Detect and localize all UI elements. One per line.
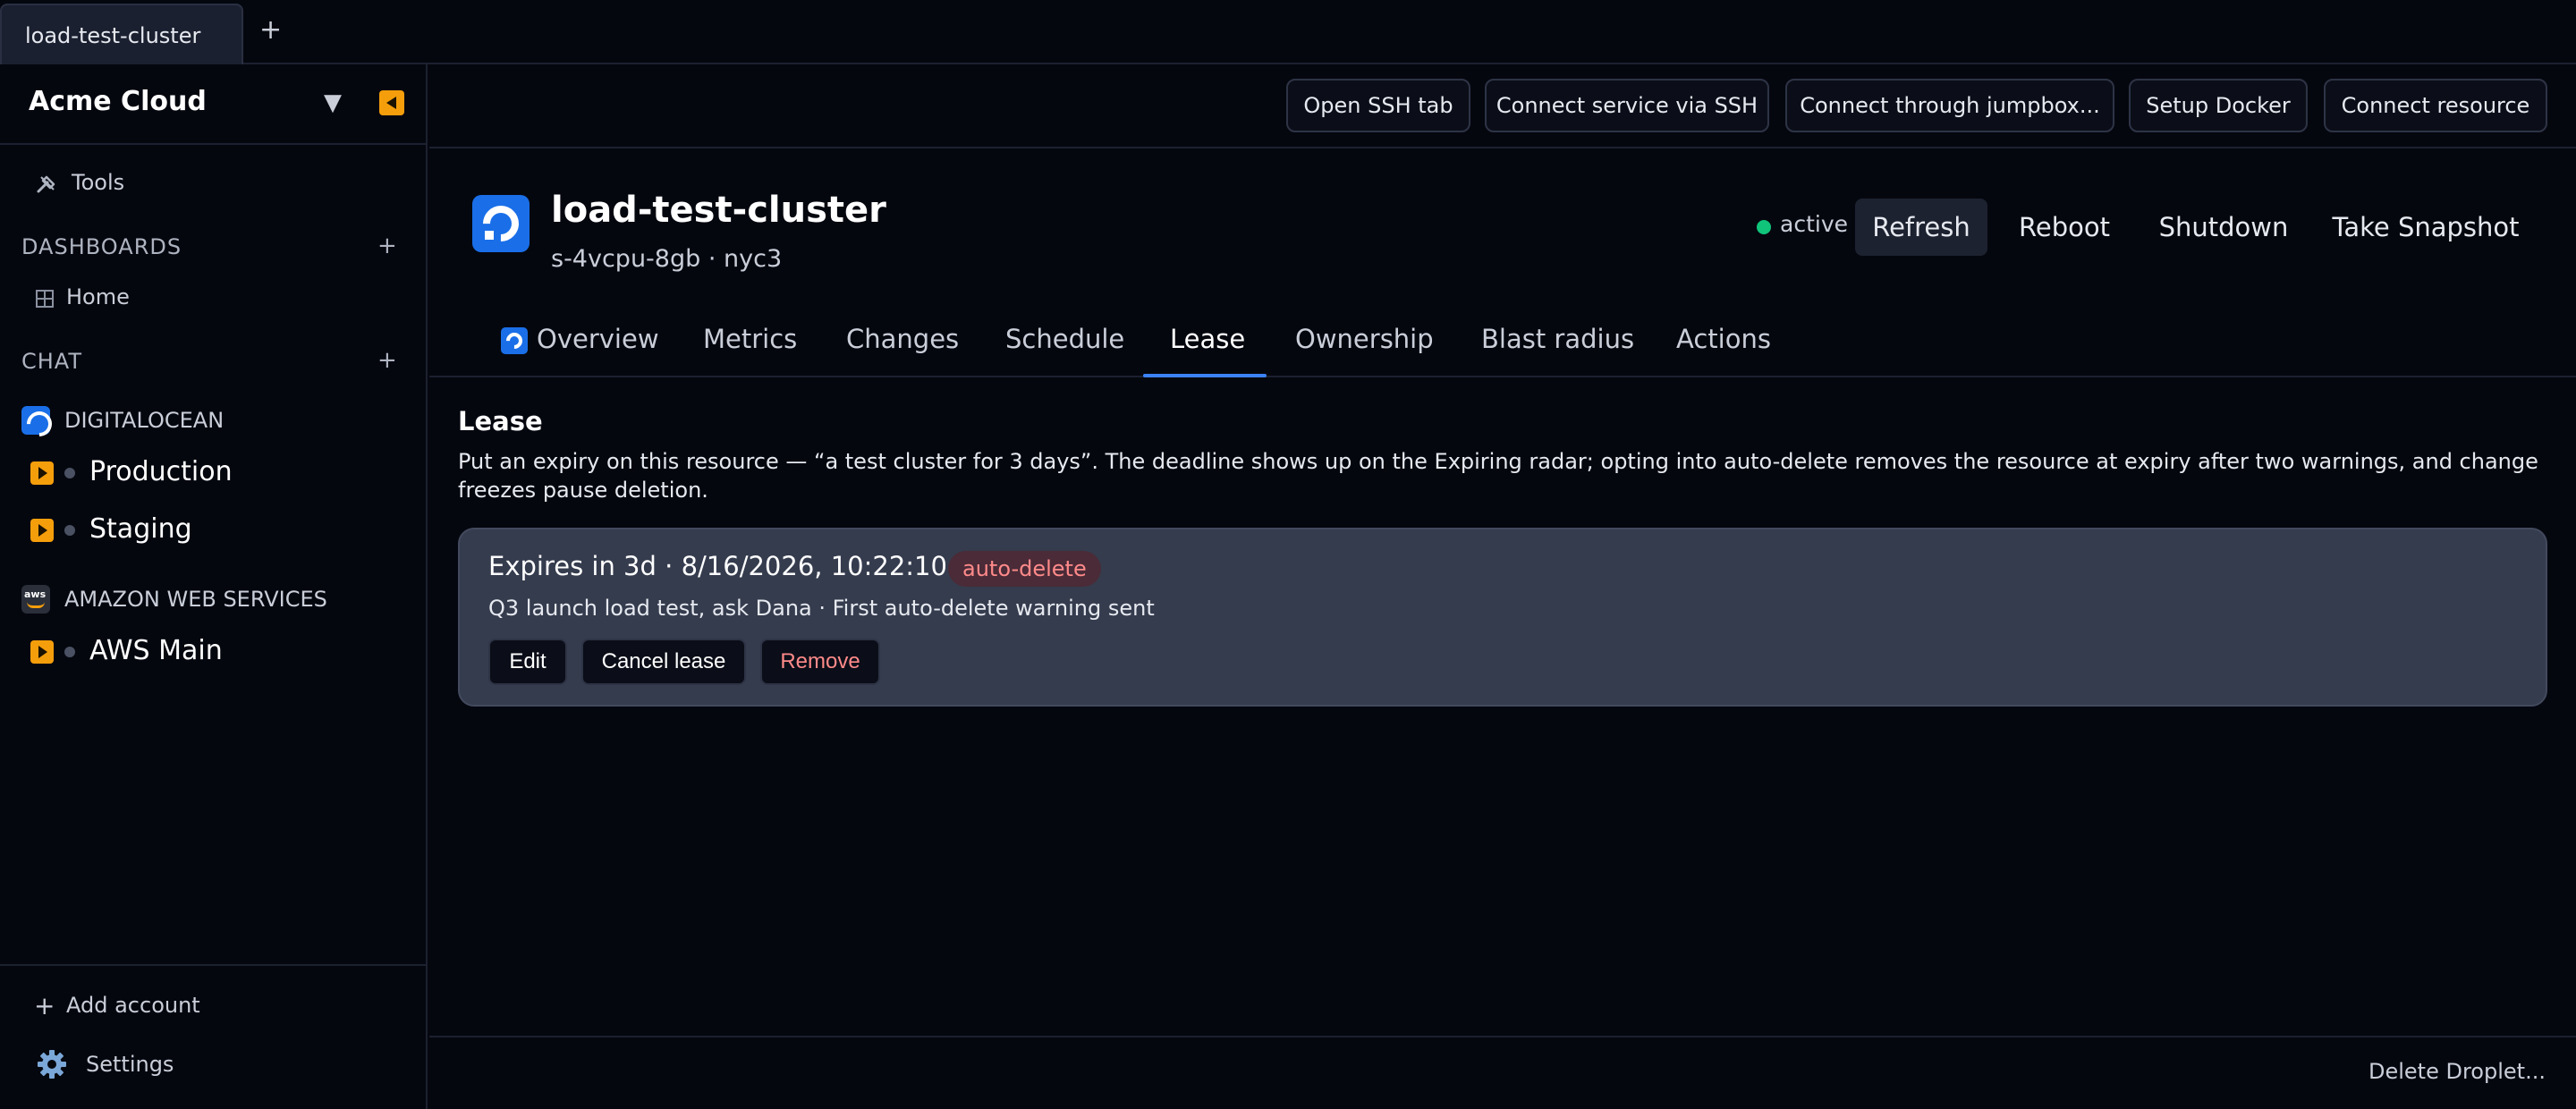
provider-aws[interactable]: AMAZON WEB SERVICES bbox=[21, 585, 415, 617]
plus-icon: + bbox=[34, 991, 55, 1020]
status-dot-icon bbox=[64, 525, 75, 536]
environment-label: Staging bbox=[89, 513, 192, 545]
lease-note: Q3 launch load test, ask Dana · First au… bbox=[488, 596, 1155, 621]
section-description: Put an expiry on this resource — “a test… bbox=[458, 449, 2538, 503]
new-tab-button[interactable]: + bbox=[259, 14, 282, 46]
environment-label: Production bbox=[89, 456, 233, 487]
sidebar-item-label: Tools bbox=[72, 170, 125, 195]
resource-tabs: Overview Metrics Changes Schedule Lease … bbox=[429, 308, 2576, 377]
status-dot-icon bbox=[1757, 220, 1771, 234]
tab-blast-radius[interactable]: Blast radius bbox=[1481, 324, 1634, 354]
shutdown-button[interactable]: Shutdown bbox=[2147, 199, 2301, 256]
dashboards-section-title: DASHBOARDS bbox=[21, 234, 182, 259]
tab-schedule[interactable]: Schedule bbox=[1005, 324, 1124, 354]
provider-name: DIGITALOCEAN bbox=[64, 408, 225, 433]
window-tab-label: load-test-cluster bbox=[25, 23, 201, 48]
resource-subtitle: s-4vcpu-8gb · nyc3 bbox=[551, 245, 783, 273]
play-icon bbox=[30, 640, 54, 664]
add-account-button[interactable]: + Add account bbox=[34, 991, 410, 1025]
sidebar-item-production[interactable]: Production bbox=[30, 454, 415, 494]
aws-icon bbox=[21, 585, 50, 614]
status-dot-icon bbox=[64, 647, 75, 657]
account-name: Acme Cloud bbox=[29, 86, 207, 117]
chat-section-title: CHAT bbox=[21, 349, 83, 374]
status-label: active bbox=[1780, 211, 1848, 237]
refresh-button[interactable]: Refresh bbox=[1855, 199, 1987, 256]
sidebar-divider bbox=[0, 964, 426, 966]
status-dot-icon bbox=[64, 468, 75, 478]
remove-lease-button[interactable]: Remove bbox=[760, 639, 880, 685]
sidebar-item-staging[interactable]: Staging bbox=[30, 512, 415, 551]
tab-changes[interactable]: Changes bbox=[846, 324, 959, 354]
resource-title: load-test-cluster bbox=[551, 190, 886, 231]
lease-card: Expires in 3d · 8/16/2026, 10:22:10 PM a… bbox=[458, 528, 2547, 707]
footer-divider bbox=[429, 1036, 2576, 1037]
add-dashboard-button[interactable]: + bbox=[377, 233, 397, 259]
window-tab[interactable]: load-test-cluster bbox=[0, 4, 243, 64]
edit-lease-button[interactable]: Edit bbox=[488, 639, 567, 685]
sidebar: Acme Cloud ▼ Tools DASHBOARDS + Home CHA… bbox=[0, 64, 428, 1109]
tab-ownership[interactable]: Ownership bbox=[1295, 324, 1434, 354]
cancel-lease-button[interactable]: Cancel lease bbox=[581, 639, 746, 685]
digitalocean-icon bbox=[472, 195, 530, 252]
connect-service-ssh-button[interactable]: Connect service via SSH bbox=[1485, 79, 1769, 132]
lease-expiry: Expires in 3d · 8/16/2026, 10:22:10 PM bbox=[488, 551, 994, 581]
gear-icon bbox=[38, 1050, 66, 1079]
tab-lease[interactable]: Lease bbox=[1170, 324, 1245, 354]
settings-label: Settings bbox=[86, 1052, 174, 1077]
tab-actions[interactable]: Actions bbox=[1676, 324, 1771, 354]
digitalocean-icon bbox=[21, 406, 50, 435]
section-title: Lease bbox=[458, 406, 543, 436]
tools-icon bbox=[37, 175, 55, 193]
play-icon bbox=[30, 519, 54, 542]
active-tab-indicator bbox=[1143, 374, 1267, 377]
provider-name: AMAZON WEB SERVICES bbox=[64, 587, 327, 612]
provider-digitalocean[interactable]: DIGITALOCEAN bbox=[21, 406, 415, 438]
take-snapshot-button[interactable]: Take Snapshot bbox=[2322, 199, 2529, 256]
add-chat-button[interactable]: + bbox=[377, 347, 397, 374]
connect-jumpbox-button[interactable]: Connect through jumpbox... bbox=[1785, 79, 2114, 132]
open-ssh-tab-button[interactable]: Open SSH tab bbox=[1286, 79, 1470, 132]
auto-delete-badge: auto-delete bbox=[948, 551, 1101, 587]
connect-resource-button[interactable]: Connect resource bbox=[2324, 79, 2547, 132]
account-switcher[interactable]: Acme Cloud ▼ bbox=[0, 64, 426, 145]
reboot-button[interactable]: Reboot bbox=[2004, 199, 2125, 256]
grid-icon bbox=[36, 290, 54, 308]
tab-metrics[interactable]: Metrics bbox=[703, 324, 797, 354]
setup-docker-button[interactable]: Setup Docker bbox=[2129, 79, 2308, 132]
sidebar-item-aws-main[interactable]: AWS Main bbox=[30, 633, 415, 673]
chevron-down-icon[interactable]: ▼ bbox=[324, 89, 342, 116]
sidebar-item-label: Home bbox=[66, 284, 130, 309]
collapse-sidebar-icon[interactable] bbox=[379, 90, 404, 115]
environment-label: AWS Main bbox=[89, 635, 223, 666]
digitalocean-icon bbox=[501, 327, 528, 354]
add-account-label: Add account bbox=[66, 993, 200, 1018]
settings-button[interactable]: Settings bbox=[36, 1048, 411, 1084]
tab-overview[interactable]: Overview bbox=[537, 324, 659, 354]
window-tab-bar: load-test-cluster + bbox=[0, 0, 2576, 64]
delete-droplet-button[interactable]: Delete Droplet... bbox=[2368, 1059, 2546, 1084]
play-icon bbox=[30, 461, 54, 485]
